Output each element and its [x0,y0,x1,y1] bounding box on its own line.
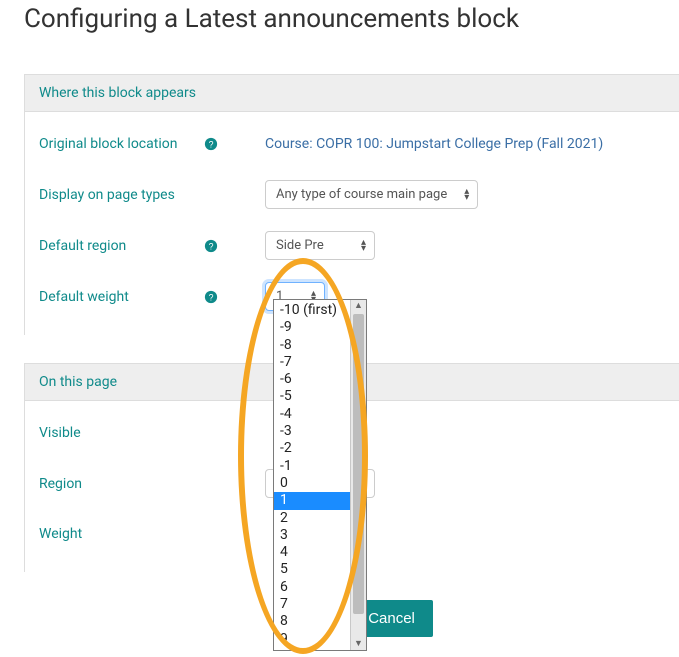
label-region: Region [39,476,235,492]
label-display-on: Display on page types [39,187,235,203]
scrollbar-thumb[interactable] [353,314,364,614]
label-text: Default weight [39,289,129,305]
label-original-location: Original block location ? [39,136,235,152]
label-text: Region [39,476,82,492]
weight-option[interactable]: 3 [274,527,350,544]
label-text: Display on page types [39,187,175,203]
sort-icon: ▴▾ [361,240,366,252]
scrollbar-down-icon[interactable]: ▼ [351,638,366,650]
value-original-location: Course: COPR 100: Jumpstart College Prep… [235,136,665,152]
svg-text:?: ? [209,241,214,251]
weight-option[interactable]: 4 [274,544,350,561]
weight-dropdown-listbox[interactable]: -10 (first)-9-8-7-6-5-4-3-2-10123456789 … [273,299,367,651]
weight-option[interactable]: -6 [274,371,350,388]
original-location-text: Course: COPR 100: Jumpstart College Prep… [265,136,603,152]
sort-icon: ▴▾ [464,189,469,201]
help-icon[interactable]: ? [203,238,219,254]
section-where-appears: Where this block appears Original block … [24,74,679,335]
select-default-region[interactable]: Side Pre ▴▾ [265,231,375,260]
weight-option[interactable]: -8 [274,337,350,354]
select-value: Side Pre [276,238,324,253]
weight-options-list: -10 (first)-9-8-7-6-5-4-3-2-10123456789 [274,300,350,650]
weight-option[interactable]: 0 [274,475,350,492]
weight-option[interactable]: -5 [274,388,350,405]
select-value: Any type of course main page [276,187,447,202]
label-text: Visible [39,425,81,441]
label-default-region: Default region ? [39,238,235,254]
weight-option[interactable]: -10 (first) [274,302,350,319]
weight-option[interactable]: -2 [274,440,350,457]
weight-option[interactable]: 8 [274,613,350,630]
weight-option[interactable]: -3 [274,423,350,440]
weight-option[interactable]: -1 [274,458,350,475]
weight-option[interactable]: -9 [274,319,350,336]
dropdown-scrollbar[interactable]: ▲ ▼ [350,300,366,650]
weight-option[interactable]: 7 [274,596,350,613]
label-text: Original block location [39,136,177,152]
weight-option[interactable]: 5 [274,561,350,578]
row-original-location: Original block location ? Course: COPR 1… [39,130,665,158]
help-icon[interactable]: ? [203,136,219,152]
weight-option[interactable]: 2 [274,510,350,527]
help-icon[interactable]: ? [203,289,219,305]
weight-option[interactable]: -7 [274,354,350,371]
label-text: Default region [39,238,126,254]
svg-text:?: ? [209,292,214,302]
control-display-on: Any type of course main page ▴▾ [235,180,665,209]
label-text: Weight [39,526,82,542]
section-header-appears[interactable]: Where this block appears [25,75,679,112]
row-default-region: Default region ? Side Pre ▴▾ [39,231,665,260]
label-weight: Weight [39,526,235,542]
select-display-on[interactable]: Any type of course main page ▴▾ [265,180,478,209]
weight-option[interactable]: 9 [274,631,350,648]
weight-option[interactable]: 1 [274,492,350,509]
label-visible: Visible [39,425,235,441]
weight-option[interactable]: -4 [274,406,350,423]
label-default-weight: Default weight ? [39,289,235,305]
page-title: Configuring a Latest announcements block [0,0,679,34]
svg-text:?: ? [209,140,214,150]
row-display-on: Display on page types Any type of course… [39,180,665,209]
weight-option[interactable]: 6 [274,579,350,596]
scrollbar-up-icon[interactable]: ▲ [351,300,366,312]
control-default-region: Side Pre ▴▾ [235,231,665,260]
